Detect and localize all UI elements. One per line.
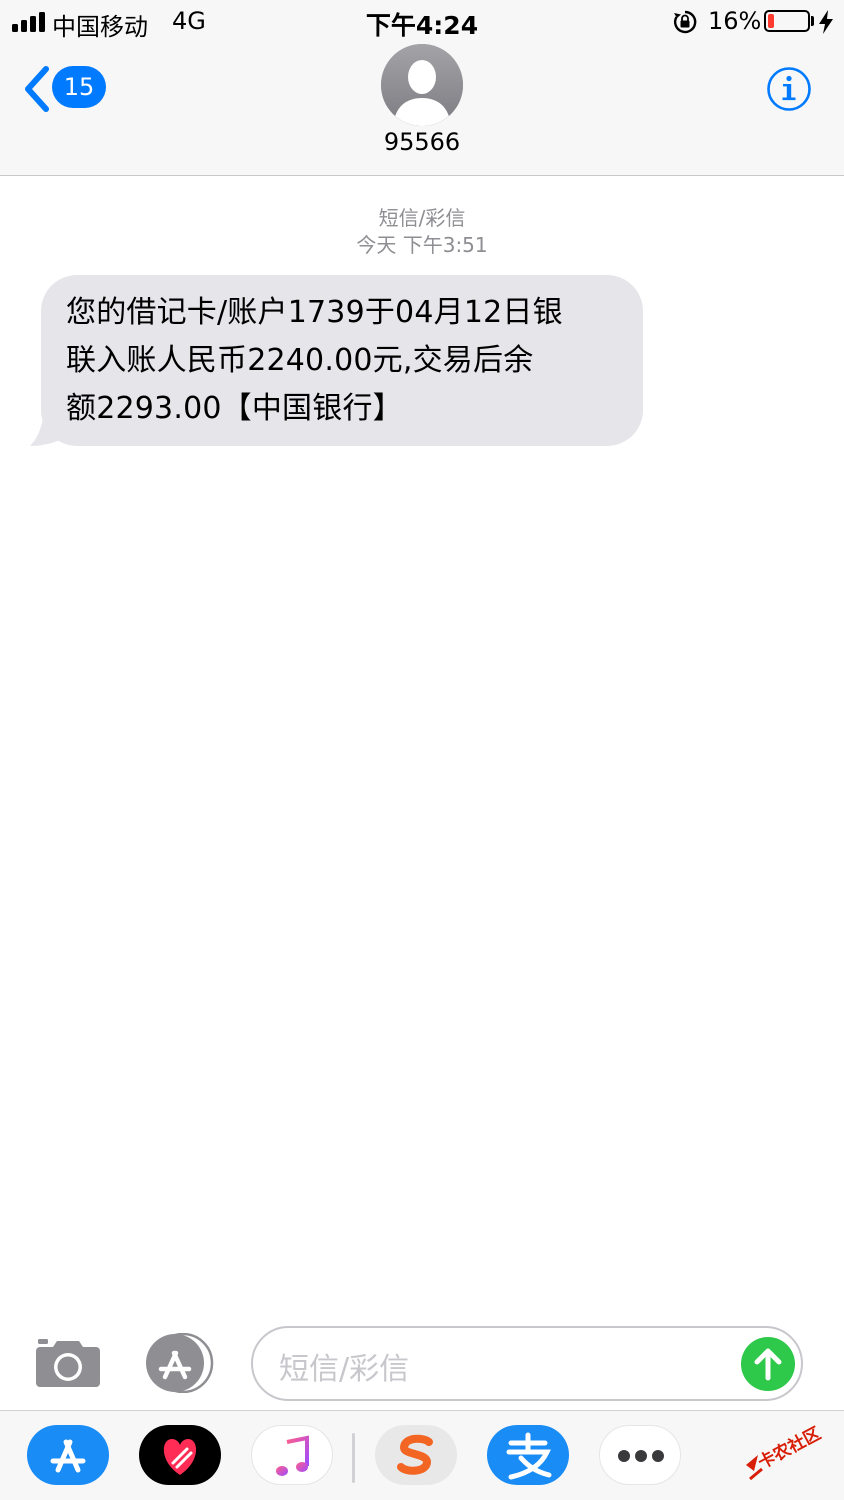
battery-tip <box>811 16 814 26</box>
person-silhouette-icon <box>381 44 463 126</box>
message-line: 额2293.00【中国银行】 <box>66 391 403 426</box>
message-line: 您的借记卡/账户1739于04月12日银 <box>66 295 563 330</box>
site-watermark: 卡农社区 <box>746 1423 824 1481</box>
arrow-up-icon <box>754 1348 782 1381</box>
music-icon[interactable] <box>251 1425 333 1485</box>
incoming-message-bubble[interactable]: 您的借记卡/账户1739于04月12日银 联入账人民币2240.00元,交易后余… <box>41 275 643 446</box>
battery-level-fill <box>768 14 774 28</box>
charging-bolt-icon <box>819 10 833 34</box>
camera-icon[interactable] <box>34 1337 102 1389</box>
battery-percentage: 16% <box>708 7 762 35</box>
imessage-app-drawer: 卡农社区 <box>0 1410 844 1500</box>
app-drawer-toggle-icon[interactable] <box>143 1333 217 1393</box>
contact-avatar[interactable] <box>381 44 463 126</box>
back-button-unread-count[interactable]: 15 <box>52 66 106 108</box>
app-store-icon[interactable] <box>27 1425 109 1485</box>
back-chevron-icon[interactable] <box>22 65 52 113</box>
status-bar: 中国移动 4G 下午4:24 16% <box>0 0 844 44</box>
message-timestamp: 今天 下午3:51 <box>356 233 488 257</box>
send-button[interactable] <box>741 1337 795 1391</box>
contact-name[interactable]: 95566 <box>0 128 844 156</box>
conversation-header: 15 95566 <box>0 44 844 176</box>
more-apps-icon[interactable] <box>599 1425 681 1485</box>
svg-text:卡农社区: 卡农社区 <box>754 1423 824 1473</box>
sogou-input-icon[interactable] <box>375 1425 457 1485</box>
message-service-label: 短信/彩信 <box>378 206 466 230</box>
info-icon[interactable] <box>766 66 812 112</box>
compose-placeholder: 短信/彩信 <box>279 1352 410 1387</box>
rotation-lock-icon <box>673 10 697 34</box>
drawer-divider <box>352 1433 355 1483</box>
battery-icon <box>764 10 810 32</box>
heart-digital-touch-icon[interactable] <box>139 1425 221 1485</box>
message-line: 联入账人民币2240.00元,交易后余 <box>66 343 534 378</box>
alipay-icon[interactable] <box>487 1425 569 1485</box>
message-compose-field[interactable]: 短信/彩信 <box>251 1326 803 1401</box>
